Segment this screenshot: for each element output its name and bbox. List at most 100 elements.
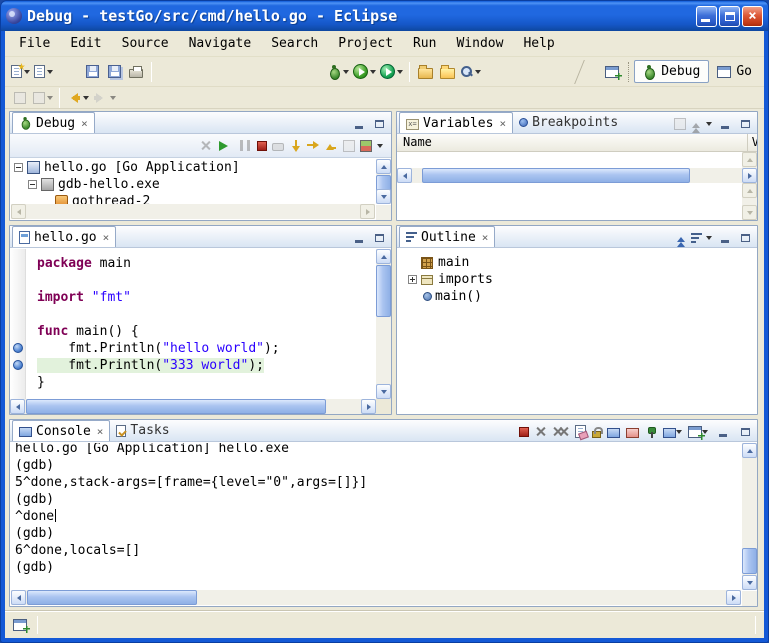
menu-window[interactable]: Window [446, 32, 513, 55]
menu-file[interactable]: File [9, 32, 60, 55]
tree-row[interactable]: gdb-hello.exe [11, 176, 375, 193]
external-tools-button[interactable] [378, 60, 405, 84]
editor-maximize-button[interactable] [371, 230, 388, 245]
tab-debug[interactable]: Debug × [12, 112, 95, 133]
editor-tab-close-icon[interactable]: × [103, 232, 110, 243]
menu-source[interactable]: Source [112, 32, 179, 55]
console-vertical-scrollbar[interactable] [742, 443, 757, 590]
title-bar[interactable]: Debug - testGo/src/cmd/hello.go - Eclips… [1, 1, 768, 31]
show-on-stdout-button[interactable] [607, 428, 620, 438]
back-menu-arrow[interactable] [83, 96, 89, 103]
display-selected-console-button[interactable] [663, 426, 682, 438]
console-maximize-button[interactable] [737, 424, 754, 439]
run-launch-button[interactable] [351, 60, 378, 84]
debug-view-menu-arrow[interactable] [377, 144, 383, 151]
code-line[interactable]: fmt.Println("333 world"); [37, 357, 376, 374]
debug-minimize-button[interactable] [350, 116, 367, 131]
code-line[interactable] [37, 272, 376, 289]
step-into-button[interactable] [289, 140, 302, 152]
tree-expander-icon[interactable] [28, 180, 37, 189]
editor-hscrollbar-thumb[interactable] [26, 399, 326, 414]
variables-detail-pane[interactable] [397, 183, 757, 220]
go-into-menu-arrow[interactable] [47, 96, 53, 103]
code-line[interactable]: } [37, 374, 376, 391]
editor-scroll-up-button[interactable] [376, 249, 391, 264]
save-button[interactable] [81, 60, 103, 84]
tree-row[interactable]: hello.go [Go Application] [11, 159, 375, 176]
console-terminate-button[interactable] [519, 427, 529, 437]
instruction-pointer-icon[interactable] [13, 360, 23, 370]
debug-launch-button[interactable] [326, 60, 351, 84]
outline-sort-button[interactable] [691, 232, 702, 244]
variables-scroll-left-button[interactable] [397, 168, 412, 183]
variables-minimize-button[interactable] [716, 116, 733, 131]
forward-menu-arrow[interactable] [110, 96, 116, 103]
menu-edit[interactable]: Edit [60, 32, 111, 55]
go-perspective-button[interactable]: Go [709, 61, 760, 82]
variables-horizontal-scrollbar[interactable] [397, 168, 757, 183]
tab-outline[interactable]: Outline × [399, 226, 495, 247]
debug-vertical-scrollbar[interactable] [376, 159, 391, 204]
value-column-header[interactable]: V [747, 134, 757, 151]
detail-vertical-scrollbar[interactable] [742, 183, 757, 220]
collapse-all-button[interactable] [690, 118, 702, 130]
disconnect-button[interactable] [272, 143, 284, 151]
new-wizard-button[interactable] [9, 60, 32, 84]
code-line[interactable]: import "fmt" [37, 289, 376, 306]
go-into-button[interactable] [31, 88, 55, 108]
tree-expander-icon[interactable] [408, 275, 417, 284]
menu-help[interactable]: Help [513, 32, 564, 55]
editor-vscrollbar-thumb[interactable] [376, 265, 391, 317]
menu-project[interactable]: Project [328, 32, 403, 55]
new-go-element-button[interactable] [32, 60, 55, 84]
detail-scroll-down-button[interactable] [742, 205, 757, 220]
variables-vertical-scrollbar[interactable] [742, 152, 757, 168]
step-over-button[interactable] [307, 140, 320, 152]
variables-scrollbar-thumb[interactable] [422, 168, 690, 183]
editor-code[interactable]: package main import "fmt" func main() { … [27, 249, 376, 399]
console-minimize-button[interactable] [714, 424, 731, 439]
breakpoint-icon[interactable] [13, 343, 23, 353]
tree-row[interactable]: main [408, 254, 756, 271]
debug-scroll-right-button[interactable] [360, 204, 375, 219]
variables-scroll-right-button[interactable] [742, 168, 757, 183]
tree-expander-icon[interactable] [14, 163, 23, 172]
tree-row[interactable]: main() [408, 288, 756, 305]
console-hscrollbar-thumb[interactable] [27, 590, 197, 605]
tab-variables[interactable]: x= Variables × [399, 112, 513, 133]
outline-minimize-button[interactable] [716, 230, 733, 245]
outline-tab-close-icon[interactable]: × [482, 232, 489, 243]
debug-launch-menu-arrow[interactable] [343, 70, 349, 77]
editor-horizontal-scrollbar[interactable] [10, 399, 376, 414]
code-line[interactable] [37, 306, 376, 323]
variables-maximize-button[interactable] [737, 116, 754, 131]
fast-view-icon[interactable] [13, 619, 27, 631]
debug-tab-close-icon[interactable]: × [81, 118, 88, 129]
use-step-filters-button[interactable] [360, 140, 372, 152]
open-console-button[interactable] [688, 426, 708, 438]
name-column-header[interactable]: Name [403, 135, 432, 149]
variables-tree-area[interactable] [397, 152, 757, 168]
editor-scroll-down-button[interactable] [376, 384, 391, 399]
tab-tasks[interactable]: Tasks [110, 420, 175, 441]
debug-horizontal-scrollbar[interactable] [11, 204, 375, 219]
debug-maximize-button[interactable] [371, 116, 388, 131]
editor-minimize-button[interactable] [350, 230, 367, 245]
show-on-stderr-button[interactable] [626, 428, 639, 438]
debug-scroll-left-button[interactable] [11, 204, 26, 219]
editor-scroll-right-button[interactable] [361, 399, 376, 414]
save-all-button[interactable] [103, 60, 125, 84]
variables-column-header[interactable]: Name V [397, 134, 757, 152]
remove-all-terminated-button[interactable] [200, 140, 211, 151]
tab-console[interactable]: Console × [12, 420, 110, 441]
search-button[interactable] [458, 60, 483, 84]
console-scroll-left-button[interactable] [11, 590, 26, 605]
debug-scroll-up-button[interactable] [376, 159, 391, 174]
menu-search[interactable]: Search [261, 32, 328, 55]
suspend-button[interactable] [240, 140, 250, 151]
step-return-button[interactable] [325, 140, 338, 152]
menu-navigate[interactable]: Navigate [179, 32, 262, 55]
resume-button[interactable] [219, 141, 233, 151]
tree-row[interactable]: imports [408, 271, 756, 288]
editor-ruler[interactable] [10, 249, 26, 399]
